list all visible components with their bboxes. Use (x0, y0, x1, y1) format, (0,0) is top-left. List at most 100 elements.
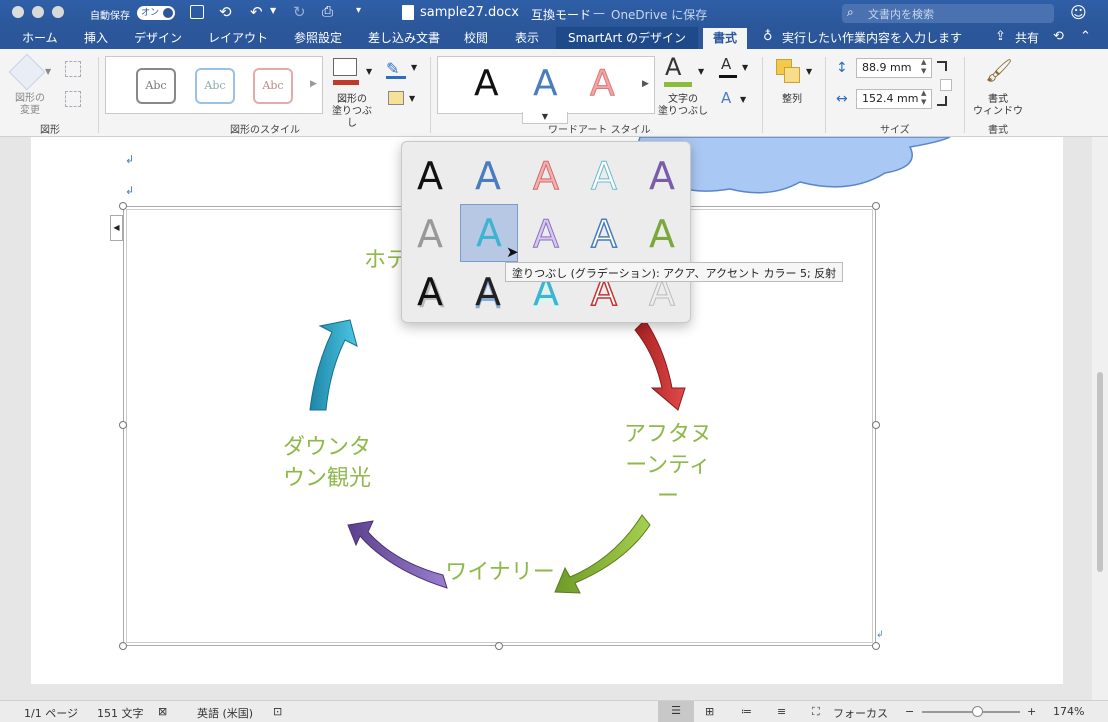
text-fill-icon[interactable]: A (665, 53, 681, 81)
smartart-node-downtown[interactable]: ダウンタウン観光 (277, 432, 377, 494)
history-icon[interactable]: ⟲ (1053, 29, 1064, 45)
resize-handle[interactable] (872, 202, 880, 210)
search-input[interactable]: 文書内を検索 (868, 6, 934, 22)
wordart-style-blue[interactable]: A (533, 63, 558, 104)
print-icon[interactable]: ⎙ (322, 4, 333, 20)
fill-dropdown-icon[interactable]: ▼ (366, 67, 372, 76)
save-icon[interactable]: ⟲ (219, 3, 232, 21)
tab-mailings[interactable]: 差し込み文書 (368, 30, 440, 46)
undo-dropdown-icon[interactable]: ▼ (270, 6, 276, 15)
resize-handle[interactable] (119, 421, 127, 429)
shape-styles-gallery[interactable]: Abc Abc Abc ▶ (105, 56, 323, 114)
gallery-scroll-icon[interactable]: ▶ (310, 79, 317, 89)
share-icon[interactable]: ⇪ (995, 29, 1006, 45)
zoom-in-icon[interactable]: + (1027, 705, 1036, 718)
collapse-ribbon-icon[interactable]: ⌃ (1080, 29, 1091, 45)
resize-handle[interactable] (119, 202, 127, 210)
wordart-option-10[interactable]: A (634, 206, 690, 262)
change-shape-icon[interactable] (8, 53, 46, 91)
arrow-red[interactable] (634, 319, 686, 411)
tab-smartart-design[interactable]: SmartArt のデザイン (556, 27, 698, 49)
text-effects-icon[interactable]: A (721, 89, 731, 107)
word-count[interactable]: 151 文字 (97, 705, 144, 721)
wordart-option-4[interactable]: A (576, 148, 632, 204)
wordart-option-2[interactable]: A (460, 148, 516, 204)
smartart-node-winery[interactable]: ワイナリー (445, 557, 555, 588)
wordart-style-black[interactable]: A (474, 63, 499, 104)
close-window-button[interactable] (12, 6, 24, 18)
tab-design[interactable]: デザイン (134, 30, 182, 46)
wordart-style-red[interactable]: A (590, 63, 616, 105)
width-stepper[interactable]: ▲ ▼ (921, 89, 926, 107)
text-pane-toggle-icon[interactable]: ◀ (110, 215, 123, 241)
tab-references[interactable]: 参照設定 (294, 30, 342, 46)
outline-dropdown-icon[interactable]: ▼ (411, 63, 417, 72)
resize-handle[interactable] (119, 642, 127, 650)
tab-format[interactable]: 書式 (703, 28, 748, 49)
resize-handle[interactable] (872, 642, 880, 650)
text-outline-dropdown-icon[interactable]: ▼ (742, 63, 748, 72)
share-button[interactable]: 共有 (1015, 30, 1039, 46)
text-effects-dropdown-icon[interactable]: ▼ (740, 95, 746, 104)
customize-toolbar-icon[interactable]: ▾ (356, 5, 361, 16)
paint-bucket-icon[interactable] (333, 58, 357, 76)
shape-effects-icon[interactable] (388, 91, 404, 105)
focus-label[interactable]: フォーカス (833, 705, 888, 721)
zoom-slider-thumb[interactable] (972, 706, 983, 717)
arrow-purple[interactable] (347, 520, 448, 589)
track-changes-icon[interactable]: ⊡ (273, 705, 282, 718)
smaller-icon[interactable] (65, 91, 81, 107)
redo-icon[interactable]: ↻ (293, 3, 306, 21)
focus-icon[interactable]: ⛶ (812, 705, 820, 719)
zoom-out-icon[interactable]: − (905, 705, 914, 718)
resize-handle[interactable] (495, 642, 503, 650)
search-box[interactable]: ⌕ 文書内を検索 (842, 4, 1054, 23)
sidebar-toggle-icon[interactable] (190, 5, 204, 19)
text-fill-dropdown-icon[interactable]: ▼ (698, 67, 704, 76)
minimize-window-button[interactable] (32, 6, 44, 18)
lock-aspect-checkbox[interactable] (940, 79, 952, 91)
wordart-option-5[interactable]: A (634, 148, 690, 204)
wordart-option-6[interactable]: A (402, 206, 458, 262)
shape-style-gray[interactable]: Abc (136, 68, 176, 104)
zoom-slider[interactable] (922, 711, 1020, 713)
text-outline-icon[interactable]: A (721, 55, 731, 73)
wordart-option-3[interactable]: A (518, 148, 574, 204)
change-shape-dropdown-icon[interactable]: ▼ (45, 67, 51, 76)
shape-style-blue[interactable]: Abc (195, 68, 235, 104)
web-layout-icon[interactable]: ⊞ (705, 705, 714, 718)
effects-dropdown-icon[interactable]: ▼ (409, 94, 415, 103)
arrange-dropdown-icon[interactable]: ▼ (806, 67, 812, 76)
page-count[interactable]: 1/1 ページ (24, 705, 78, 721)
draft-view-icon[interactable]: ≡ (777, 705, 786, 718)
zoom-level[interactable]: 174% (1053, 705, 1084, 718)
print-layout-icon[interactable]: ☰ (658, 701, 694, 722)
proofing-icon[interactable]: ⊠ (158, 705, 167, 718)
edit-in-2d-icon[interactable] (65, 61, 81, 77)
vertical-scrollbar[interactable] (1092, 137, 1108, 700)
tell-me-input[interactable]: 実行したい作業内容を入力します (782, 30, 962, 46)
arrow-green[interactable] (554, 514, 651, 594)
zoom-window-button[interactable] (52, 6, 64, 18)
scrollbar-thumb[interactable] (1097, 372, 1103, 572)
outline-view-icon[interactable]: ≔ (741, 705, 752, 718)
account-icon[interactable]: ☺ (1070, 3, 1087, 22)
tab-view[interactable]: 表示 (515, 30, 539, 46)
wordart-styles-gallery[interactable]: A A A ▶ (437, 56, 655, 114)
wordart-option-9[interactable]: A (576, 206, 632, 262)
language-label[interactable]: 英語 (米国) (197, 705, 253, 721)
tab-home[interactable]: ホーム (22, 30, 58, 46)
undo-icon[interactable]: ↶ (250, 3, 263, 21)
resize-handle[interactable] (872, 421, 880, 429)
arrow-teal[interactable] (309, 319, 358, 411)
tab-review[interactable]: 校閲 (464, 30, 488, 46)
wordart-scroll-icon[interactable]: ▶ (642, 79, 649, 89)
shape-style-red[interactable]: Abc (253, 68, 293, 104)
wordart-option-11[interactable]: A (402, 264, 458, 320)
autosave-toggle[interactable]: オン (137, 6, 175, 20)
height-stepper[interactable]: ▲ ▼ (921, 58, 926, 76)
smartart-node-afternoon-tea[interactable]: アフタヌーンティー (618, 419, 718, 512)
tab-insert[interactable]: 挿入 (84, 30, 108, 46)
format-pane-brush-icon[interactable]: 🖌 (985, 59, 1013, 84)
tab-layout[interactable]: レイアウト (208, 30, 268, 46)
